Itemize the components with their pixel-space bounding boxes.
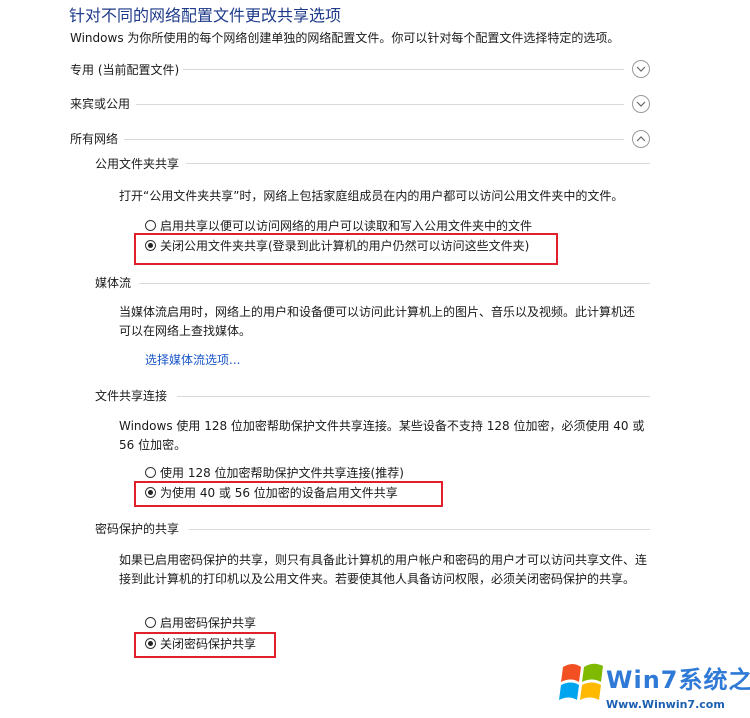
option-label: 启用密码保护共享 — [160, 616, 257, 630]
public-folder-enable-option[interactable]: 启用共享以便可以访问网络的用户可以读取和写入公用文件夹中的文件 — [145, 217, 532, 234]
radio-icon[interactable] — [145, 617, 156, 628]
radio-icon[interactable] — [145, 467, 156, 478]
page-title: 针对不同的网络配置文件更改共享选项 — [69, 6, 342, 25]
section-divider — [177, 396, 650, 397]
highlight-box — [134, 632, 276, 658]
page-description: Windows 为你所使用的每个网络创建单独的网络配置文件。你可以针对每个配置文… — [70, 31, 620, 45]
chevron-down-icon[interactable] — [632, 95, 650, 113]
section-password-heading: 密码保护的共享 — [95, 522, 180, 536]
option-label: 使用 128 位加密帮助保护文件共享连接(推荐) — [160, 466, 404, 480]
password-enable-option[interactable]: 启用密码保护共享 — [145, 614, 256, 631]
profile-all-divider — [124, 139, 624, 140]
public-folder-description: 打开“公用文件夹共享”时，网络上包括家庭组成员在内的用户都可以访问公用文件夹中的… — [119, 189, 624, 203]
profile-guest-label[interactable]: 来宾或公用 — [70, 95, 130, 112]
media-description: 当媒体流启用时，网络上的用户和设备便可以访问此计算机上的图片、音乐以及视频。此计… — [119, 305, 636, 338]
file-sharing-description: Windows 使用 128 位加密帮助保护文件共享连接。某些设备不支持 128… — [119, 419, 645, 452]
watermark-brand: Win7系统之家 — [606, 666, 750, 694]
section-divider — [186, 163, 650, 164]
profile-all-label[interactable]: 所有网络 — [70, 130, 118, 147]
section-media-heading: 媒体流 — [95, 276, 132, 290]
highlight-box — [134, 481, 443, 507]
encryption-128-option[interactable]: 使用 128 位加密帮助保护文件共享连接(推荐) — [145, 464, 404, 481]
windows-logo-icon — [559, 663, 603, 700]
section-divider — [189, 529, 650, 530]
chevron-down-icon[interactable] — [632, 60, 650, 78]
password-description: 如果已启用密码保护的共享，则只有具备此计算机的用户帐户和密码的用户才可以访问共享… — [119, 553, 648, 586]
section-file-sharing-heading: 文件共享连接 — [95, 389, 168, 403]
chevron-up-icon[interactable] — [632, 130, 650, 148]
profile-private-divider — [183, 69, 624, 70]
profile-private-label[interactable]: 专用 (当前配置文件) — [70, 61, 179, 78]
profile-guest-divider — [136, 104, 624, 105]
section-public-folder-heading: 公用文件夹共享 — [95, 157, 180, 171]
media-streaming-options-link[interactable]: 选择媒体流选项... — [145, 351, 240, 368]
highlight-box — [134, 233, 558, 265]
option-label: 启用共享以便可以访问网络的用户可以读取和写入公用文件夹中的文件 — [160, 219, 533, 233]
section-divider — [139, 283, 650, 284]
radio-icon[interactable] — [145, 220, 156, 231]
watermark-url: Www.Winwin7.com — [606, 698, 725, 711]
